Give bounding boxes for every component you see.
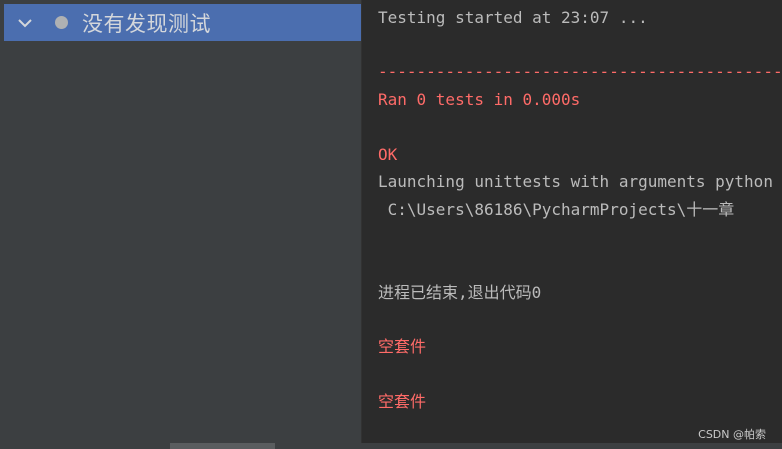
console-line-ran: Ran 0 tests in 0.000s: [378, 90, 581, 109]
console-line-started: Testing started at 23:07 ...: [378, 8, 648, 27]
console-line-ok: OK: [378, 145, 398, 164]
console-line-empty-suite-2: 空套件: [378, 392, 427, 411]
test-tree-panel: 没有发现测试: [0, 0, 362, 443]
watermark: CSDN @帕索: [698, 428, 766, 441]
horizontal-scrollbar-track[interactable]: [0, 443, 782, 449]
console-line-launching: Launching unittests with arguments pytho…: [378, 172, 773, 191]
test-status-dot-icon: [55, 16, 68, 29]
horizontal-scrollbar-thumb[interactable]: [170, 443, 275, 449]
test-tree-root-item[interactable]: 没有发现测试: [4, 4, 361, 41]
console-line-empty-suite-1: 空套件: [378, 337, 427, 356]
chevron-down-icon[interactable]: [10, 18, 40, 28]
console-line-exit: 进程已结束,退出代码0: [378, 283, 542, 302]
console-output[interactable]: Testing started at 23:07 ... -----------…: [362, 0, 782, 443]
console-line-path: C:\Users\86186\PycharmProjects\十一章: [378, 200, 735, 219]
console-line-separator: ----------------------------------------…: [378, 62, 782, 81]
test-tree-root-label: 没有发现测试: [82, 11, 211, 36]
